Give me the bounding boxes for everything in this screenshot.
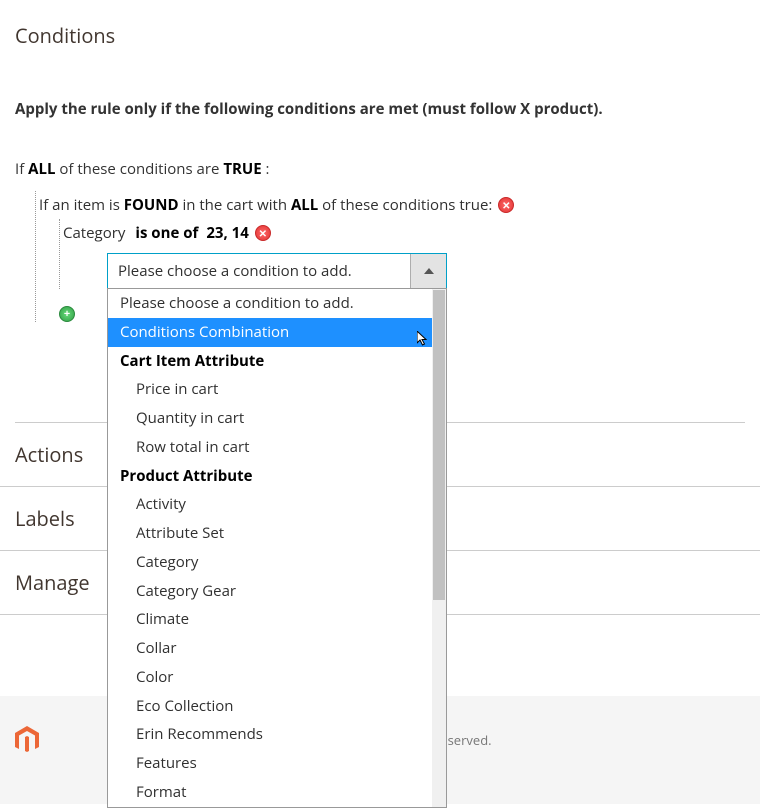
dropdown-item[interactable]: Color — [108, 663, 446, 692]
dropdown-item[interactable]: Activity — [108, 490, 446, 519]
section-title: Conditions — [0, 0, 760, 59]
aggregator-link[interactable]: ALL — [28, 159, 55, 179]
scrollthumb[interactable] — [433, 290, 445, 600]
dropdown-item-conditions-combination[interactable]: Conditions Combination — [108, 318, 446, 347]
dropdown-item[interactable]: Climate — [108, 605, 446, 634]
remove-icon[interactable]: ✕ — [498, 197, 514, 213]
nested-level-2: Category is one of 23, 14 ✕ Please choos… — [59, 219, 745, 289]
remove-icon[interactable]: ✕ — [255, 225, 271, 241]
found-link[interactable]: FOUND — [124, 195, 179, 215]
dropdown-group-product-attribute: Product Attribute — [108, 462, 446, 491]
operator-link[interactable]: is one of — [135, 223, 198, 243]
dropdown-item[interactable]: Row total in cart — [108, 433, 446, 462]
value-link[interactable]: 23, 14 — [204, 223, 248, 243]
intro-text: Apply the rule only if the following con… — [15, 99, 745, 119]
dropdown-item[interactable]: Price in cart — [108, 375, 446, 404]
dropdown-item[interactable]: Features — [108, 749, 446, 778]
text: If an item is FOUND in the cart with ALL… — [39, 195, 492, 215]
aggregator-link[interactable]: ALL — [291, 195, 318, 215]
value-link[interactable]: TRUE — [223, 159, 261, 179]
magento-logo-icon — [15, 726, 39, 754]
dropdown-item[interactable]: Category Gear — [108, 577, 446, 606]
text: of these conditions are — [55, 159, 223, 179]
conditions-body: Apply the rule only if the following con… — [0, 59, 760, 322]
condition-attribute-line: Category is one of 23, 14 ✕ — [63, 219, 745, 247]
dropdown-item[interactable]: Format — [108, 778, 446, 807]
dropdown-item[interactable]: Eco Collection — [108, 692, 446, 721]
condition-select[interactable]: Please choose a condition to add. — [107, 253, 447, 289]
dropdown-item[interactable]: Category — [108, 548, 446, 577]
nested-level-1: If an item is FOUND in the cart with ALL… — [35, 191, 745, 322]
dropdown-item[interactable]: Quantity in cart — [108, 404, 446, 433]
dropdown-item[interactable]: Attribute Set — [108, 519, 446, 548]
condition-select-wrap: Please choose a condition to add. Please… — [107, 253, 745, 289]
dropdown-item-placeholder[interactable]: Please choose a condition to add. — [108, 289, 446, 318]
select-label: Please choose a condition to add. — [108, 254, 410, 288]
scrollbar[interactable] — [432, 289, 446, 807]
condition-found-line: If an item is FOUND in the cart with ALL… — [39, 191, 745, 219]
text: If — [15, 159, 28, 179]
dropdown-group-cart-item: Cart Item Attribute — [108, 347, 446, 376]
condition-dropdown[interactable]: Please choose a condition to add. Condit… — [107, 288, 447, 808]
condition-root-line: If ALL of these conditions are TRUE : — [15, 159, 745, 179]
dropdown-item[interactable]: Erin Recommends — [108, 720, 446, 749]
chevron-up-icon[interactable] — [410, 254, 446, 288]
add-icon[interactable]: + — [59, 306, 75, 322]
dropdown-item[interactable]: Collar — [108, 634, 446, 663]
attribute-link[interactable]: Category — [63, 223, 129, 243]
text: : — [262, 159, 270, 179]
